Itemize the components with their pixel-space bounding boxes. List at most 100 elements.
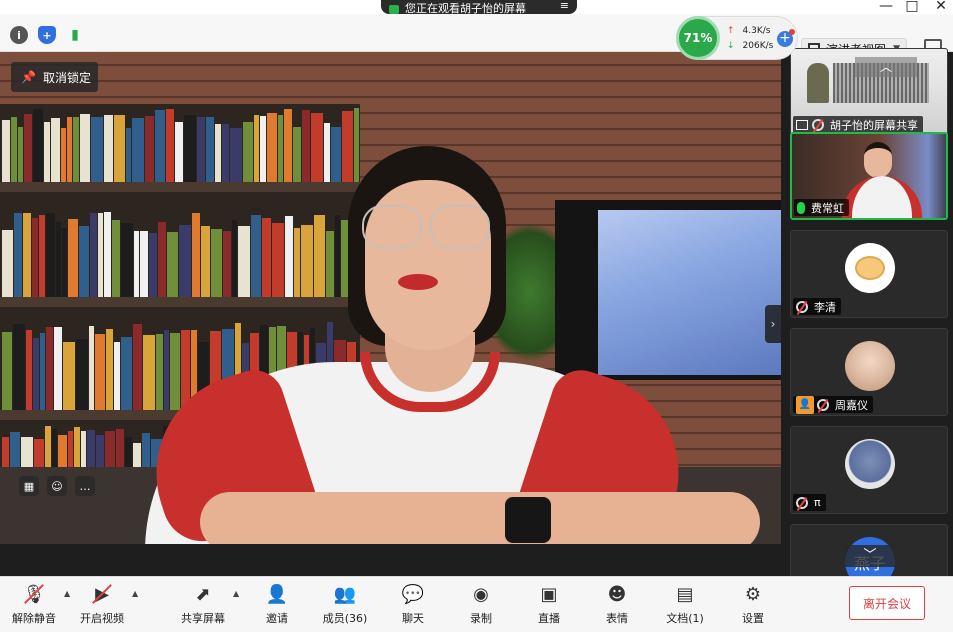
shield-icon[interactable]: + (38, 26, 56, 44)
book (24, 114, 32, 182)
invite-button[interactable]: 👤 邀请 (247, 583, 307, 629)
book (44, 122, 50, 182)
chat-button[interactable]: 💬 聊天 (383, 583, 443, 629)
book (56, 222, 61, 297)
book (2, 230, 13, 297)
book (39, 215, 45, 297)
close-button[interactable]: ✕ (930, 0, 952, 14)
docs-button[interactable]: ▤ 文档(1) (655, 583, 715, 629)
unpin-label: 取消锁定 (42, 70, 91, 85)
main-video[interactable] (0, 52, 781, 544)
book (14, 213, 22, 297)
leave-meeting-button[interactable]: 离开会议 (849, 586, 925, 620)
book (46, 213, 55, 297)
camera-off-icon: ▶ (90, 583, 114, 605)
participant-tile-screen-share[interactable]: ︿ 胡子怡的屏幕共享 (790, 48, 948, 136)
book (2, 120, 10, 182)
mic-off-icon: 🎙 (22, 583, 46, 605)
book (126, 128, 131, 182)
chevron-down-icon[interactable]: ﹀ (845, 545, 895, 567)
chat-icon[interactable]: … (75, 476, 95, 496)
live-button[interactable]: ▣ 直播 (519, 583, 579, 629)
participant-tile[interactable]: 👤 周嘉仪 (790, 328, 948, 416)
book (324, 123, 330, 182)
participant-tile[interactable]: π (790, 426, 948, 514)
collapse-sidebar-button[interactable]: › (765, 305, 781, 343)
book (132, 118, 144, 182)
screen-share-icon (796, 119, 808, 130)
minimize-button[interactable]: — (875, 0, 897, 14)
book (223, 231, 231, 297)
book (104, 115, 113, 182)
egg-avatar-icon (855, 256, 885, 280)
grid-icon[interactable]: ▦ (19, 476, 39, 496)
book (197, 117, 205, 182)
glasses-lens (430, 205, 490, 249)
book (278, 115, 283, 182)
audio-options-caret[interactable]: ▲ (64, 589, 70, 598)
avatar (845, 243, 895, 293)
book (301, 225, 313, 297)
book (121, 337, 132, 410)
reactions-button[interactable]: ☻ 表情 (587, 583, 647, 629)
bottom-toolbar: 🎙 解除静音 ▲ ▶ 开启视频 ▲ ⬈ 共享屏幕 ▲ 👤 邀请 👥 成员(36)… (0, 576, 953, 632)
tile-name-bar: π (793, 494, 826, 511)
person-face (864, 142, 892, 178)
share-screen-button[interactable]: ⬈ 共享屏幕 (173, 583, 233, 629)
tile-name-bar: 胡子怡的屏幕共享 (793, 116, 923, 133)
mic-off-icon (817, 398, 829, 411)
book (26, 330, 32, 410)
book (63, 342, 75, 410)
book (33, 338, 39, 410)
add-icon[interactable]: + (777, 29, 795, 47)
book (76, 339, 88, 410)
maximize-button[interactable]: □ (901, 0, 923, 14)
info-icon[interactable]: i (10, 26, 28, 44)
book (284, 109, 292, 182)
book (175, 122, 183, 182)
tile-name: 胡子怡的屏幕共享 (830, 118, 918, 132)
book (13, 324, 25, 410)
book (95, 334, 105, 410)
book (294, 228, 300, 297)
book (121, 223, 133, 297)
top-toolbar: i + ▮ 演讲者视图 ▼ (0, 14, 953, 60)
book (11, 117, 17, 182)
video-options-caret[interactable]: ▲ (132, 589, 138, 598)
book (80, 114, 90, 182)
shelf (0, 297, 360, 307)
start-video-button[interactable]: ▶ 开启视频 (72, 583, 132, 629)
signal-icon[interactable]: ▮ (66, 26, 84, 44)
members-button[interactable]: 👥 成员(36) (315, 583, 375, 629)
download-arrow-icon: ↓ (727, 41, 735, 51)
network-status-panel[interactable]: 71% ↑ 4.3K/s ↓ 206K/s + (676, 16, 798, 60)
book (201, 226, 210, 297)
participant-tile[interactable]: 李清 (790, 230, 948, 318)
participant-tile-active[interactable]: 费常虹 (790, 132, 948, 220)
chevron-up-icon[interactable]: ︿ (855, 57, 917, 77)
book (140, 231, 148, 297)
book (89, 326, 94, 410)
book (164, 330, 169, 410)
upload-speed: ↑ 4.3K/s (727, 26, 771, 36)
book (206, 117, 214, 182)
book (68, 219, 78, 297)
tile-name: 李清 (814, 300, 836, 314)
participant-sidebar: ︿ 胡子怡的屏幕共享 费常虹 李清 👤 周嘉仪 π (781, 48, 953, 612)
book (155, 110, 165, 182)
book (112, 220, 120, 297)
book (67, 117, 72, 182)
unmute-button[interactable]: 🎙 解除静音 (4, 583, 64, 629)
share-menu-icon[interactable]: ≡ (560, 0, 569, 11)
shelf (0, 182, 360, 192)
book (179, 225, 191, 297)
settings-button[interactable]: ⚙ 设置 (723, 583, 783, 629)
record-button[interactable]: ◉ 录制 (451, 583, 511, 629)
unpin-button[interactable]: 📌 取消锁定 (11, 62, 98, 92)
book (311, 113, 323, 182)
book (170, 333, 180, 410)
smile-icon[interactable]: ☺ (47, 476, 67, 496)
screen-share-notice[interactable]: 您正在观看胡子怡的屏幕 ≡ (381, 0, 577, 14)
book (23, 213, 31, 297)
share-options-caret[interactable]: ▲ (233, 589, 239, 598)
